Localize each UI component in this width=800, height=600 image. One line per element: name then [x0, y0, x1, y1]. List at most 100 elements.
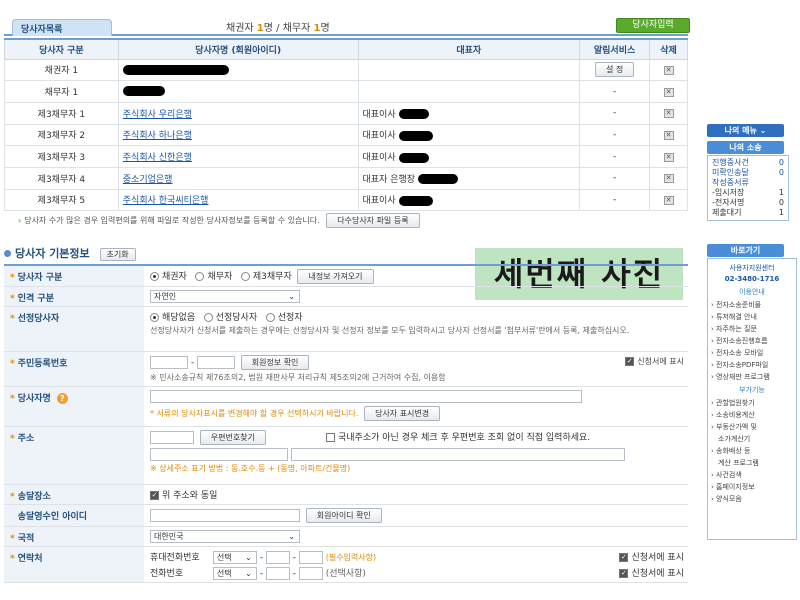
extra-item[interactable]: 소가계산기	[708, 433, 796, 445]
phone-mid-input[interactable]	[265, 567, 290, 580]
radio-appointer[interactable]	[265, 313, 275, 322]
case-row[interactable]: 미확인송달 0	[712, 168, 784, 178]
party-name-link[interactable]: 주식회사 하나은행	[123, 131, 192, 141]
resident-no-back-input[interactable]	[196, 356, 235, 369]
tab-party-list[interactable]: 당사자목록	[12, 19, 112, 36]
guide-item[interactable]: › 튜저해결 안내	[708, 311, 796, 323]
shortcut-header: 바로가기	[707, 244, 784, 257]
party-name: 중소기업은행	[117, 166, 359, 190]
delivery-id-input[interactable]	[150, 509, 300, 522]
party-name-input[interactable]	[150, 390, 582, 403]
field-label: * 송달장소	[4, 485, 144, 504]
radio-debtor[interactable]	[195, 272, 205, 281]
extra-item[interactable]: › 관할법원찾기	[708, 397, 796, 409]
extra-item[interactable]: › 홈페이지정보	[708, 481, 796, 493]
show-on-form-check[interactable]: ✓ 신청서에 표시	[625, 356, 684, 367]
extra-item[interactable]: 계산 프로그램	[708, 457, 796, 469]
case-row[interactable]: -전자서명 0	[712, 198, 784, 208]
party-rep: 대표이사	[357, 188, 581, 212]
delete-icon[interactable]: ✕	[663, 130, 674, 140]
delete-cell: ✕	[649, 101, 688, 125]
appointed-help: 선정당사자가 신청서를 제출하는 경우에는 선정당사자 및 선정자 정보를 모두…	[150, 326, 630, 335]
col-header: 당사자명 (회원아이디)	[117, 38, 359, 60]
phone-last-input[interactable]	[298, 567, 323, 580]
add-party-button[interactable]: 당사자입력	[616, 18, 690, 33]
my-menu-button[interactable]: 나의 메뉴 ⌄	[707, 124, 784, 137]
extra-title: 부가기능	[739, 386, 765, 394]
party-name[interactable]	[117, 80, 359, 103]
checkbox-icon: ✓	[619, 569, 629, 578]
radio-appointed[interactable]	[203, 313, 213, 322]
bulk-upload-button[interactable]: 다수당사자 파일 등록	[326, 213, 420, 228]
address-detail-input[interactable]	[290, 448, 625, 461]
party-type: 제3채무자 5	[4, 188, 119, 212]
delete-icon[interactable]: ✕	[663, 87, 674, 97]
party-name-field: * 서류의 당사자표시를 변경해야 할 경우 선택하시기 바랍니다. 당사자 표…	[144, 387, 688, 426]
delete-icon[interactable]: ✕	[663, 195, 674, 205]
party-display-change-button[interactable]: 당사자 표시변경	[364, 406, 441, 421]
resident-no-front-input[interactable]	[150, 356, 188, 369]
extra-item[interactable]: › 사건검색	[708, 469, 796, 481]
extra-item[interactable]: › 송화배상 등	[708, 445, 796, 457]
case-row[interactable]: 작성중서류	[712, 178, 784, 188]
guide-item[interactable]: › 전자소송 모바일	[708, 347, 796, 359]
row-appointed: * 선정당사자 해당없음 선정당사자 선정자 선정당사자가 신청서를 제출하는 경…	[4, 307, 688, 352]
help-icon[interactable]: ?	[56, 393, 68, 404]
phone-show-check[interactable]: ✓ 신청서에 표시	[619, 566, 684, 579]
guide-item[interactable]: › 전자소송PDF파일	[708, 359, 796, 371]
delete-cell: ✕	[649, 188, 688, 212]
alert-cell: -	[579, 123, 651, 147]
foreign-address-check[interactable]	[325, 433, 335, 442]
load-myinfo-button[interactable]: 내정보 가져오기	[297, 269, 374, 284]
guide-item[interactable]: › 전자소송진행흐름	[708, 335, 796, 347]
table-row: 제3채무자 1 주식회사 우리은행 대표이사 - ✕	[4, 101, 688, 125]
party-name-link[interactable]: 주식회사 한국씨티은행	[123, 196, 209, 206]
case-row[interactable]: 진행중사건 0	[712, 158, 784, 168]
same-address-check[interactable]: ✓	[150, 491, 159, 500]
party-list-tabbar: 당사자목록 채권자 1명 / 채무자 1명 당사자입력	[4, 14, 690, 36]
person-type-select[interactable]: 자연인 ⌄	[150, 290, 300, 303]
redacted-name	[122, 64, 229, 75]
delete-cell: ✕	[649, 145, 688, 168]
case-row[interactable]: 제출대기 1	[712, 208, 784, 218]
extra-item[interactable]: › 소송비용계산	[708, 409, 796, 421]
radio-creditor[interactable]	[150, 272, 159, 281]
delete-cell: ✕	[649, 123, 688, 147]
delete-icon[interactable]: ✕	[663, 152, 674, 162]
redacted-rep	[398, 195, 433, 206]
case-row[interactable]: -임시저장 1	[712, 188, 784, 198]
reset-button[interactable]: 초기화	[99, 248, 136, 261]
mobile-prefix-select[interactable]: 선택 ⌄	[212, 551, 257, 564]
extra-item[interactable]: › 부동산가액 및	[708, 421, 796, 433]
party-name[interactable]	[117, 58, 359, 82]
extra-item[interactable]: › 양식모음	[708, 493, 796, 505]
table-row: 채무자 1 - ✕	[4, 80, 688, 103]
member-check-button[interactable]: 회원정보 확인	[240, 355, 310, 370]
nationality-select[interactable]: 대한민국 ⌄	[150, 530, 300, 543]
col-header: 알림서비스	[579, 38, 651, 60]
party-name-link[interactable]: 주식회사 신한은행	[123, 153, 192, 163]
alert-setting-button[interactable]: 설 정	[594, 62, 635, 78]
guide-item[interactable]: › 영상재판 프로그램	[708, 371, 796, 383]
mobile-show-check[interactable]: ✓ 신청서에 표시	[619, 550, 684, 563]
zip-input[interactable]	[150, 431, 194, 444]
guide-item[interactable]: › 자주하는 질문	[708, 323, 796, 335]
address-input[interactable]	[150, 448, 288, 461]
party-name-link[interactable]: 중소기업은행	[123, 175, 173, 185]
table-row: 제3채무자 4 중소기업은행 대표자 은행장 - ✕	[4, 166, 688, 190]
party-rep	[357, 80, 581, 103]
mobile-mid-input[interactable]	[265, 551, 290, 564]
delete-icon[interactable]: ✕	[663, 65, 674, 75]
zip-search-button[interactable]: 우편번호찾기	[199, 430, 266, 445]
radio-third-debtor[interactable]	[240, 272, 250, 281]
radio-none[interactable]	[150, 313, 159, 322]
delete-icon[interactable]: ✕	[663, 109, 674, 119]
delivery-field: ✓ 위 주소와 동일	[150, 491, 218, 501]
party-type: 제3채무자 2	[4, 123, 119, 147]
mobile-last-input[interactable]	[298, 551, 323, 564]
party-name-link[interactable]: 주식회사 우리은행	[123, 110, 192, 120]
member-id-check-button[interactable]: 회원아이디 확인	[305, 508, 382, 523]
delete-icon[interactable]: ✕	[663, 174, 674, 184]
phone-prefix-select[interactable]: 선택 ⌄	[212, 567, 257, 580]
guide-item[interactable]: › 전자소송준비물	[708, 299, 796, 311]
